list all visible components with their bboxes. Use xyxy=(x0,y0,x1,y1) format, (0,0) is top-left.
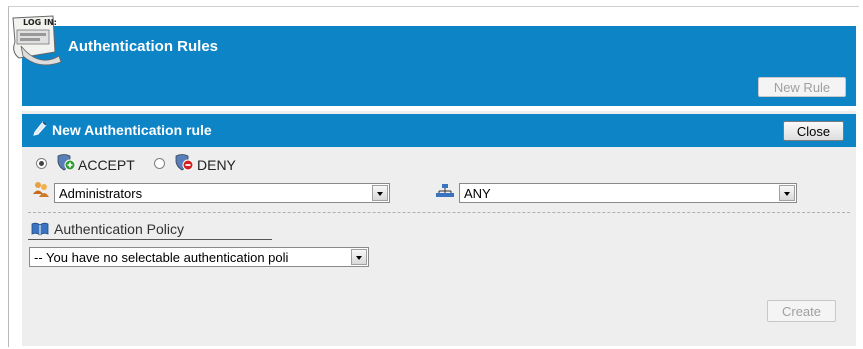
network-value: ANY xyxy=(464,186,491,201)
close-button[interactable]: Close xyxy=(783,121,844,141)
page-title: Authentication Rules xyxy=(68,38,219,55)
login-icon-text: LOG IN: xyxy=(23,18,57,27)
deny-label: DENY xyxy=(197,157,236,173)
chevron-down-icon[interactable] xyxy=(372,185,388,201)
accept-shield-icon xyxy=(57,154,76,171)
user-group-value: Administrators xyxy=(59,186,143,201)
pencil-icon xyxy=(33,121,47,136)
authentication-policy-label: Authentication Policy xyxy=(54,221,184,237)
authentication-policy-select[interactable]: -- You have no selectable authentication… xyxy=(29,247,369,267)
policy-book-icon xyxy=(31,222,49,236)
divider xyxy=(28,212,850,213)
policy-label-underline xyxy=(28,239,272,240)
user-group-select[interactable]: Administrators xyxy=(54,183,390,203)
network-icon xyxy=(436,184,454,197)
accept-radio[interactable] xyxy=(36,158,47,169)
network-select[interactable]: ANY xyxy=(459,183,797,203)
users-icon xyxy=(33,182,49,197)
new-rule-button[interactable]: New Rule xyxy=(758,77,846,97)
create-button[interactable]: Create xyxy=(767,300,836,322)
login-form-icon: LOG IN: xyxy=(12,15,62,66)
panel-title: New Authentication rule xyxy=(52,122,212,138)
authentication-policy-value: -- You have no selectable authentication… xyxy=(34,250,289,265)
deny-shield-icon xyxy=(175,154,194,171)
chevron-down-icon[interactable] xyxy=(779,185,795,201)
chevron-down-icon[interactable] xyxy=(351,249,367,265)
deny-radio[interactable] xyxy=(154,158,165,169)
accept-label: ACCEPT xyxy=(78,157,135,173)
